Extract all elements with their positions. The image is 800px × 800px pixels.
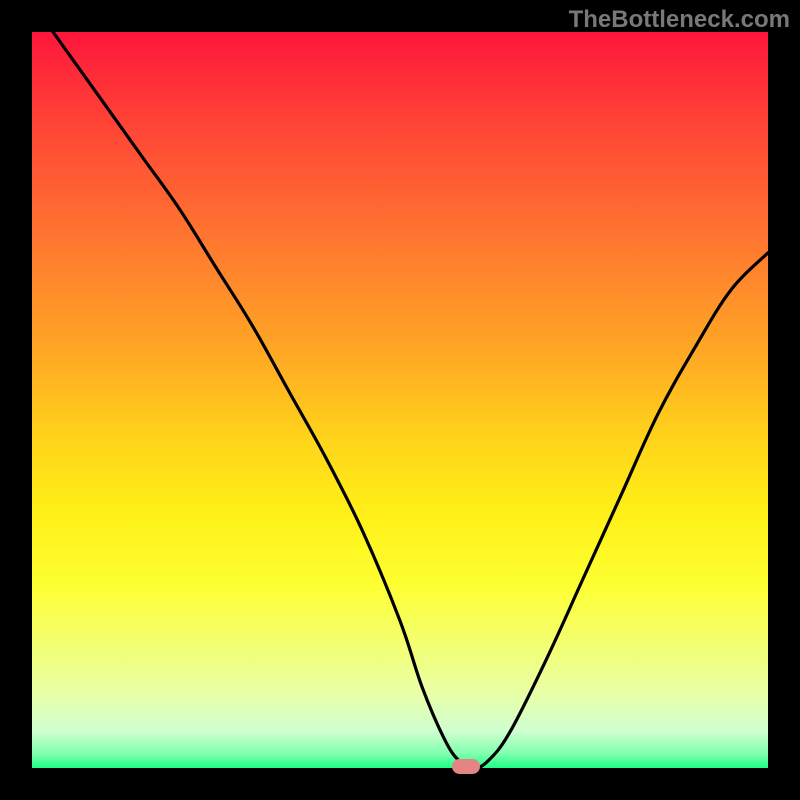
plot-area: [32, 32, 768, 768]
minimum-marker: [452, 759, 480, 774]
watermark-text: TheBottleneck.com: [569, 6, 790, 34]
bottleneck-curve: [32, 32, 768, 768]
chart-frame: TheBottleneck.com: [0, 0, 800, 800]
